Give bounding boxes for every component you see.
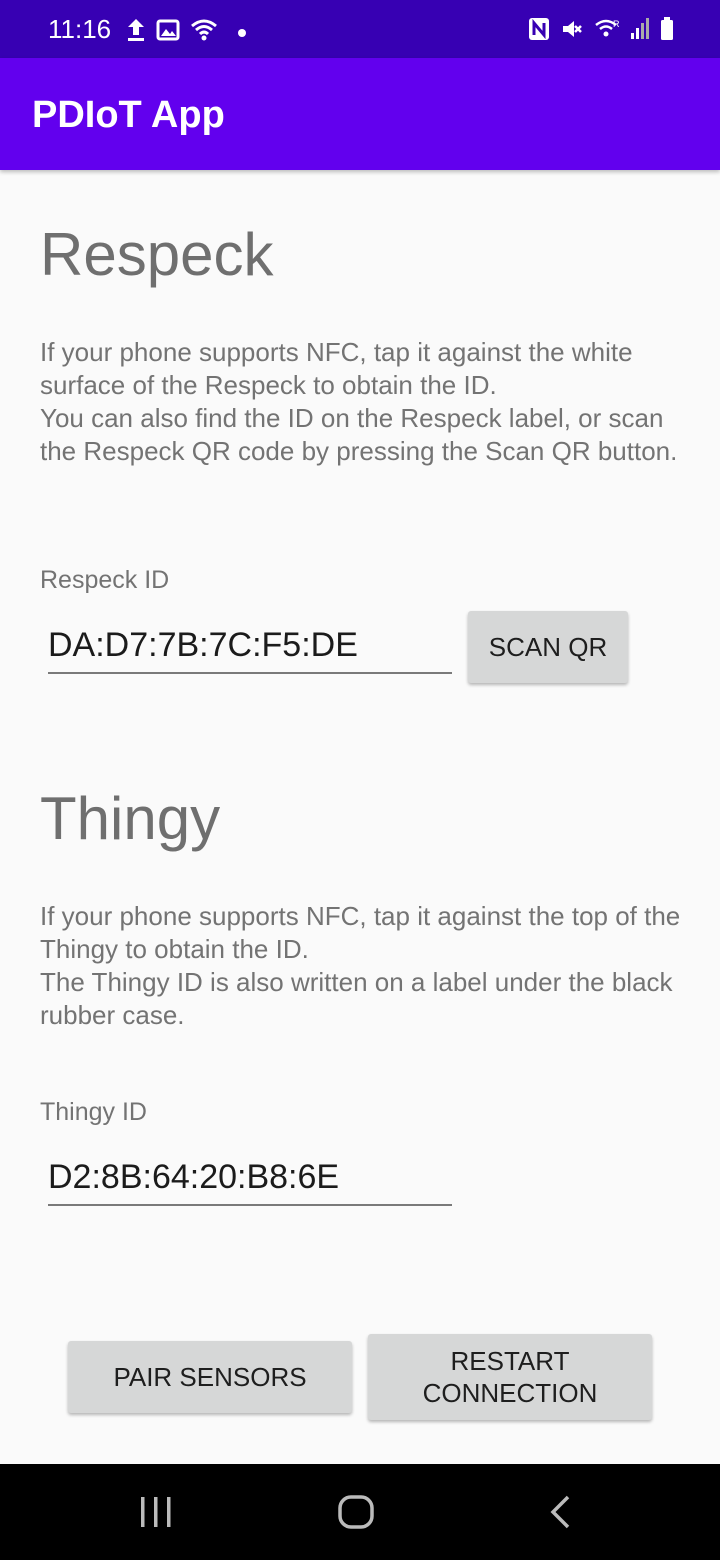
thingy-description: If your phone supports NFC, tap it again… (40, 901, 681, 1030)
wifi-icon (190, 18, 218, 47)
respeck-id-label: Respeck ID (40, 566, 170, 594)
status-bar: 11:16 R (0, 0, 720, 58)
respeck-title: Respeck (40, 221, 274, 288)
pair-sensors-button[interactable]: PAIR SENSORS (68, 1341, 352, 1413)
app-bar: PDIoT App (0, 58, 720, 170)
wifi-calling-icon: R (594, 17, 620, 46)
status-right-icons: R (528, 17, 674, 46)
dot-icon (238, 28, 246, 37)
restart-connection-button[interactable]: RESTART CONNECTION (368, 1334, 652, 1420)
respeck-description: If your phone supports NFC, tap it again… (40, 337, 678, 466)
home-icon[interactable] (336, 1492, 376, 1532)
battery-icon (660, 17, 674, 46)
mute-icon (560, 17, 584, 46)
app-title: PDIoT App (32, 94, 225, 136)
scan-qr-button[interactable]: SCAN QR (468, 611, 628, 683)
thingy-title: Thingy (40, 785, 221, 852)
nfc-icon (528, 17, 550, 46)
main-content: Respeck If your phone supports NFC, tap … (0, 170, 720, 1464)
svg-text:R: R (613, 19, 620, 29)
back-icon[interactable] (540, 1492, 580, 1532)
image-icon (156, 18, 180, 47)
thingy-id-label: Thingy ID (40, 1098, 147, 1126)
upload-icon (126, 17, 146, 48)
status-left-icons (126, 17, 246, 48)
recents-icon[interactable] (136, 1492, 176, 1532)
thingy-id-input[interactable] (48, 1150, 452, 1206)
status-time: 11:16 (48, 14, 112, 44)
signal-icon (630, 17, 650, 46)
navigation-bar (0, 1464, 720, 1560)
respeck-id-input[interactable] (48, 618, 452, 674)
